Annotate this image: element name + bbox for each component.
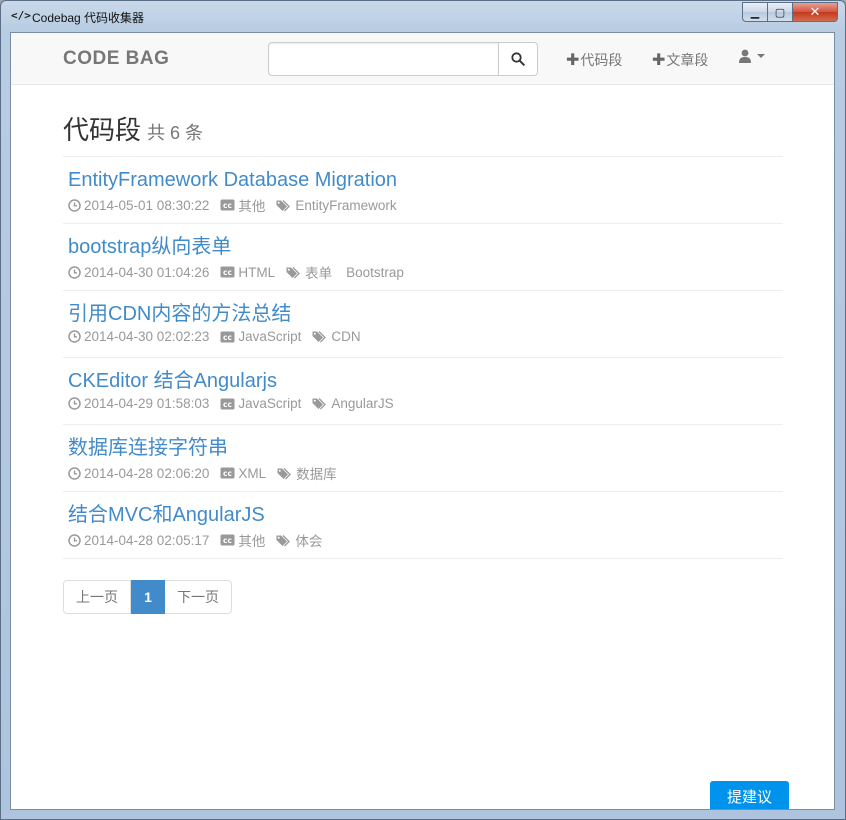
minimize-button[interactable]: ▁ bbox=[742, 2, 768, 22]
clock-icon bbox=[68, 397, 81, 410]
page-title: 代码段 bbox=[63, 115, 142, 145]
tag-icon bbox=[312, 397, 328, 410]
snippet-meta: 2014-04-30 02:02:23 cc JavaScript CDN bbox=[68, 329, 783, 344]
snippet-time: 2014-04-28 02:05:17 bbox=[84, 532, 210, 548]
snippet-title-link[interactable]: bootstrap纵向表单 bbox=[68, 236, 783, 258]
snippet-meta: 2014-04-29 01:58:03 cc JavaScript Angula… bbox=[68, 396, 783, 411]
pagination: 上一页 1 下一页 bbox=[63, 580, 232, 614]
svg-text:cc: cc bbox=[223, 469, 232, 478]
list-item: 引用CDN内容的方法总结 2014-04-30 02:02:23 cc Java… bbox=[63, 291, 783, 358]
snippet-time: 2014-04-30 02:02:23 bbox=[84, 329, 210, 344]
snippet-language[interactable]: JavaScript bbox=[238, 329, 301, 344]
snippet-meta: 2014-04-28 02:06:20 cc XML 数据库 bbox=[68, 463, 783, 483]
list-item: 数据库连接字符串 2014-04-28 02:06:20 cc XML 数据库 bbox=[63, 425, 783, 492]
svg-text:cc: cc bbox=[223, 333, 232, 342]
plus-icon: ✚ bbox=[566, 52, 580, 69]
snippet-language[interactable]: HTML bbox=[238, 265, 275, 280]
language-icon: cc bbox=[220, 266, 235, 278]
maximize-icon: ▢ bbox=[774, 6, 786, 19]
page-1-button[interactable]: 1 bbox=[131, 580, 165, 614]
snippet-time: 2014-04-29 01:58:03 bbox=[84, 396, 210, 411]
close-icon: ✕ bbox=[809, 4, 821, 19]
snippet-title-link[interactable]: 引用CDN内容的方法总结 bbox=[68, 303, 783, 325]
snippet-title-link[interactable]: EntityFramework Database Migration bbox=[68, 169, 783, 191]
tag-icon bbox=[312, 330, 328, 343]
snippet-title-link[interactable]: 结合MVC和AngularJS bbox=[68, 504, 783, 526]
svg-text:cc: cc bbox=[223, 201, 232, 210]
snippet-meta: 2014-05-01 08:30:22 cc 其他 EntityFramewor… bbox=[68, 195, 783, 215]
language-icon: cc bbox=[220, 199, 235, 211]
plus-icon: ✚ bbox=[652, 52, 666, 69]
language-icon: cc bbox=[220, 398, 235, 410]
code-icon: </> bbox=[11, 9, 31, 22]
snippet-list: EntityFramework Database Migration 2014-… bbox=[63, 157, 783, 559]
tag-icon bbox=[286, 266, 302, 279]
snippet-tag[interactable]: AngularJS bbox=[331, 396, 393, 411]
svg-text:cc: cc bbox=[223, 268, 232, 277]
clock-icon bbox=[68, 466, 81, 480]
brand-logo[interactable]: CODE BAG bbox=[63, 48, 169, 70]
item-count: 共 6 条 bbox=[147, 123, 204, 143]
clock-icon bbox=[68, 533, 81, 547]
snippet-meta: 2014-04-30 01:04:26 cc HTML 表单 Bootstrap bbox=[68, 262, 783, 282]
snippet-time: 2014-04-30 01:04:26 bbox=[84, 264, 210, 280]
user-menu-dropdown[interactable] bbox=[738, 49, 765, 63]
snippet-language[interactable]: XML bbox=[238, 466, 266, 481]
tag-icon bbox=[276, 534, 292, 547]
snippet-title-link[interactable]: CKEditor 结合Angularjs bbox=[68, 370, 783, 392]
search-input[interactable] bbox=[268, 42, 499, 76]
svg-text:cc: cc bbox=[223, 536, 232, 545]
language-icon: cc bbox=[220, 534, 235, 546]
snippet-tag[interactable]: 表单 bbox=[305, 262, 332, 282]
next-page-button[interactable]: 下一页 bbox=[165, 580, 232, 614]
app-window: </> Codebag 代码收集器 ▁ ▢ ✕ CODE BAG ✚ 代码段 ✚… bbox=[0, 0, 846, 820]
snippet-tag[interactable]: Bootstrap bbox=[346, 265, 404, 280]
snippet-tag[interactable]: 体会 bbox=[295, 530, 322, 550]
snippet-meta: 2014-04-28 02:05:17 cc 其他 体会 bbox=[68, 530, 783, 550]
snippet-time: 2014-04-28 02:06:20 bbox=[84, 465, 210, 481]
minimize-icon: ▁ bbox=[750, 6, 760, 19]
list-item: bootstrap纵向表单 2014-04-30 01:04:26 cc HTM… bbox=[63, 224, 783, 291]
svg-text:cc: cc bbox=[223, 400, 232, 409]
search-button[interactable] bbox=[499, 42, 538, 76]
snippet-tag[interactable]: 数据库 bbox=[296, 463, 337, 483]
snippet-time: 2014-05-01 08:30:22 bbox=[84, 197, 210, 213]
nav-add-code[interactable]: ✚ 代码段 bbox=[566, 50, 622, 70]
clock-icon bbox=[68, 330, 81, 343]
clock-icon bbox=[68, 198, 81, 212]
list-item: 结合MVC和AngularJS 2014-04-28 02:05:17 cc 其… bbox=[63, 492, 783, 559]
clock-icon bbox=[68, 265, 81, 279]
language-icon: cc bbox=[220, 467, 235, 479]
snippet-language[interactable]: 其他 bbox=[238, 195, 265, 215]
tag-icon bbox=[276, 199, 292, 212]
navbar: CODE BAG ✚ 代码段 ✚ 文章段 bbox=[11, 33, 834, 85]
browser-content: CODE BAG ✚ 代码段 ✚ 文章段 代码段 共 6 条 EntityFra… bbox=[10, 32, 835, 810]
snippet-title-link[interactable]: 数据库连接字符串 bbox=[68, 437, 783, 459]
snippet-language[interactable]: 其他 bbox=[238, 530, 265, 550]
close-button[interactable]: ✕ bbox=[793, 2, 838, 22]
snippet-tag[interactable]: EntityFramework bbox=[295, 198, 396, 213]
maximize-button[interactable]: ▢ bbox=[768, 2, 793, 22]
page-header: 代码段共 6 条 bbox=[63, 110, 783, 157]
user-icon bbox=[739, 49, 751, 63]
list-item: EntityFramework Database Migration 2014-… bbox=[63, 157, 783, 224]
window-controls: ▁ ▢ ✕ bbox=[742, 2, 838, 22]
nav-add-code-label: 代码段 bbox=[580, 52, 623, 68]
nav-add-article[interactable]: ✚ 文章段 bbox=[652, 50, 708, 70]
chevron-down-icon bbox=[757, 54, 765, 58]
language-icon: cc bbox=[220, 331, 235, 343]
nav-add-article-label: 文章段 bbox=[666, 52, 709, 68]
feedback-button[interactable]: 提建议 bbox=[710, 781, 789, 809]
prev-page-button[interactable]: 上一页 bbox=[63, 580, 131, 614]
title-bar[interactable]: </> Codebag 代码收集器 ▁ ▢ ✕ bbox=[1, 1, 845, 32]
snippet-tag[interactable]: CDN bbox=[331, 329, 360, 344]
tag-icon bbox=[277, 467, 293, 480]
search-icon bbox=[511, 52, 525, 66]
window-title: Codebag 代码收集器 bbox=[32, 11, 145, 25]
list-item: CKEditor 结合Angularjs 2014-04-29 01:58:03… bbox=[63, 358, 783, 425]
snippet-language[interactable]: JavaScript bbox=[238, 396, 301, 411]
search-group bbox=[268, 42, 538, 76]
